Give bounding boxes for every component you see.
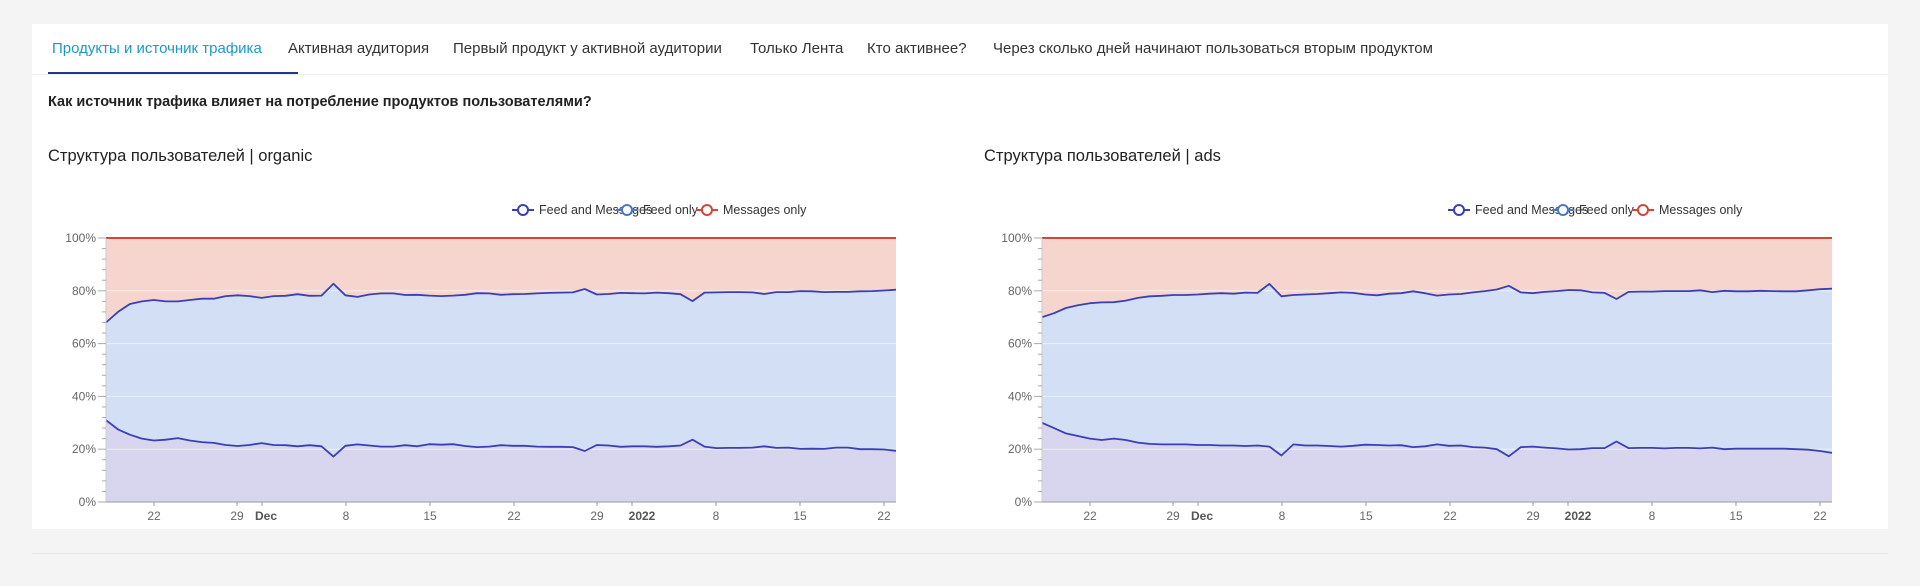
x-tick-label: 22 [507, 509, 521, 523]
tab-active-audience[interactable]: Активная аудитория [288, 40, 429, 57]
y-tick-label: 60% [72, 337, 96, 351]
x-tick-label: 8 [1279, 509, 1286, 523]
legend-item-messages-only: Messages only [1632, 203, 1743, 217]
x-tick-label: 29 [1526, 509, 1540, 523]
dashboard-card: Продукты и источник трафика Активная ауд… [32, 24, 1888, 529]
x-tick-label: 8 [343, 509, 350, 523]
y-tick-label: 40% [1008, 389, 1032, 403]
legend-marker [1453, 204, 1465, 216]
x-tick-label: 22 [1813, 509, 1827, 523]
tab-products-traffic[interactable]: Продукты и источник трафика [52, 40, 262, 57]
area-feed-only [106, 283, 896, 457]
x-tick-label: 2022 [629, 509, 656, 523]
page-divider [32, 553, 1888, 554]
legend-marker [517, 204, 529, 216]
x-tick-label: 15 [793, 509, 807, 523]
legend-marker [621, 204, 633, 216]
x-tick-label: 15 [1729, 509, 1743, 523]
tab-feed-only[interactable]: Только Лента [750, 40, 843, 57]
legend-item-feed-only: Feed only [1552, 203, 1635, 217]
y-tick-label: 100% [65, 231, 96, 245]
x-tick-label: 8 [713, 509, 720, 523]
area-feed-only [1042, 283, 1832, 457]
section-question: Как источник трафика влияет на потреблен… [48, 94, 592, 110]
legend-marker [1637, 204, 1649, 216]
legend-label: Messages only [1659, 203, 1743, 217]
x-tick-label: 29 [590, 509, 604, 523]
legend-label: Feed only [1579, 203, 1635, 217]
chart-organic: Feed and MessagesFeed only Messages only0… [65, 203, 897, 523]
y-tick-label: 0% [1015, 495, 1033, 509]
legend-marker [1557, 204, 1569, 216]
legend-label: Feed only [643, 203, 699, 217]
x-tick-label: 22 [877, 509, 891, 523]
tab-bar: Продукты и источник трафика Активная ауд… [32, 24, 1888, 75]
x-tick-label: 15 [423, 509, 437, 523]
chart-ads: Feed and MessagesFeed only Messages only0… [1001, 203, 1833, 523]
y-tick-label: 20% [1008, 442, 1032, 456]
y-tick-label: 20% [72, 442, 96, 456]
active-tab-indicator [48, 72, 298, 74]
x-tick-label: 8 [1649, 509, 1656, 523]
y-tick-label: 100% [1001, 231, 1032, 245]
y-tick-label: 60% [1008, 337, 1032, 351]
x-tick-label: 2022 [1565, 509, 1592, 523]
x-tick-label: 29 [1166, 509, 1180, 523]
chart-title-ads: Структура пользователей | ads [984, 147, 1221, 165]
tab-days-to-second-product[interactable]: Через сколько дней начинают пользоваться… [993, 40, 1433, 57]
legend-item-messages-only: Messages only [696, 203, 807, 217]
y-tick-label: 40% [72, 389, 96, 403]
x-tick-label: 22 [147, 509, 161, 523]
x-tick-label: 22 [1443, 509, 1457, 523]
y-tick-label: 0% [79, 495, 97, 509]
legend-label: Messages only [723, 203, 807, 217]
chart-title-organic: Структура пользователей | organic [48, 147, 313, 165]
tab-first-product[interactable]: Первый продукт у активной аудитории [453, 40, 722, 57]
tab-who-more-active[interactable]: Кто активнее? [867, 40, 967, 57]
x-tick-label: 29 [230, 509, 244, 523]
x-tick-label: 22 [1083, 509, 1097, 523]
y-tick-label: 80% [72, 284, 96, 298]
x-tick-label: 15 [1359, 509, 1373, 523]
x-tick-label: Dec [255, 509, 277, 523]
x-tick-label: Dec [1191, 509, 1213, 523]
legend-item-feed-only: Feed only [616, 203, 699, 217]
legend-marker [701, 204, 713, 216]
y-tick-label: 80% [1008, 284, 1032, 298]
